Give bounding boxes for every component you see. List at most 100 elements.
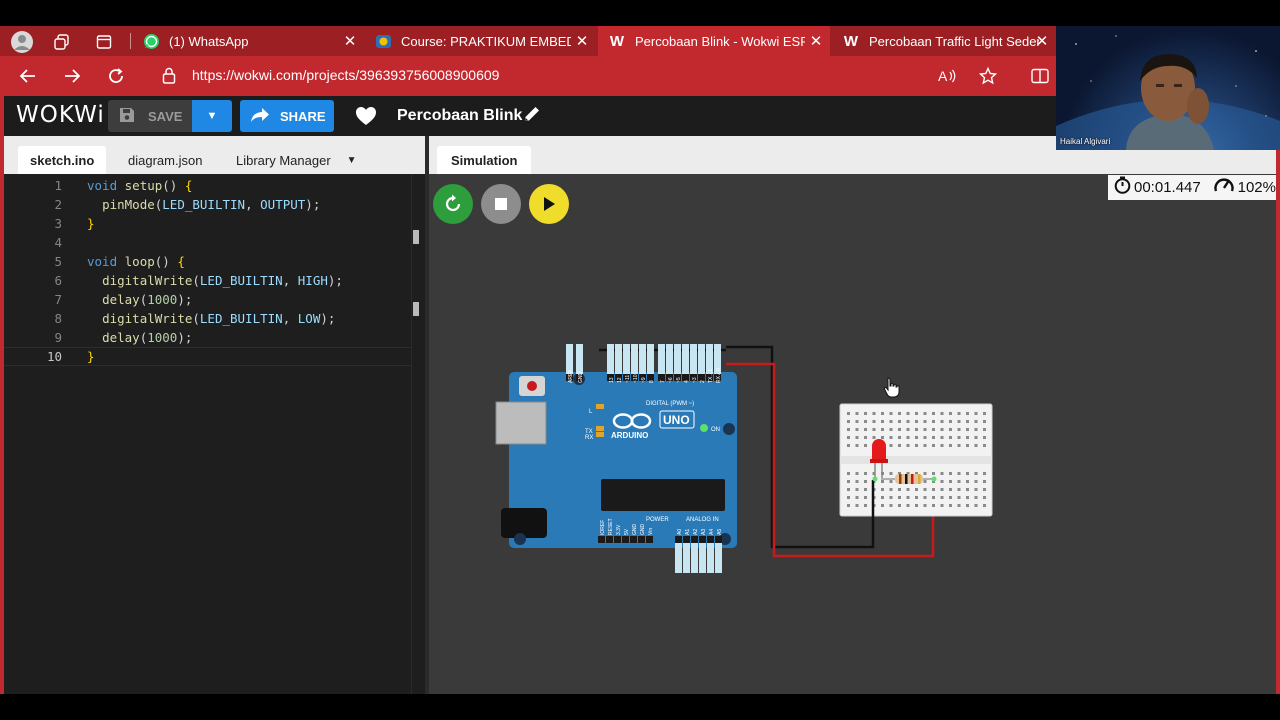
- breadboard-hole[interactable]: [855, 496, 859, 499]
- breadboard-hole[interactable]: [906, 444, 910, 447]
- breadboard-hole[interactable]: [847, 504, 850, 507]
- share-button[interactable]: SHARE: [240, 100, 334, 132]
- digital-pin[interactable]: [576, 344, 583, 374]
- breadboard-hole[interactable]: [847, 472, 850, 475]
- digital-pin[interactable]: [631, 344, 638, 374]
- breadboard-hole[interactable]: [957, 436, 961, 439]
- breadboard-hole[interactable]: [983, 496, 986, 499]
- pin-socket[interactable]: [598, 536, 605, 543]
- breadboard-hole[interactable]: [974, 444, 978, 447]
- digital-pin[interactable]: [698, 344, 705, 374]
- breadboard-hole[interactable]: [940, 504, 944, 507]
- breadboard-hole[interactable]: [889, 444, 893, 447]
- analog-pin[interactable]: [699, 543, 706, 573]
- breadboard-hole[interactable]: [940, 472, 944, 475]
- breadboard-hole[interactable]: [940, 436, 944, 439]
- code-line[interactable]: 3}: [4, 214, 425, 233]
- caret-down-icon[interactable]: ▼: [347, 155, 357, 166]
- breadboard-hole[interactable]: [915, 488, 918, 491]
- breadboard-hole[interactable]: [940, 444, 944, 447]
- breadboard-hole[interactable]: [957, 480, 961, 483]
- breadboard-hole[interactable]: [864, 436, 867, 439]
- read-aloud-icon[interactable]: A: [936, 64, 960, 88]
- breadboard-hole[interactable]: [881, 420, 884, 423]
- breadboard-hole[interactable]: [864, 412, 867, 415]
- breadboard-hole[interactable]: [855, 428, 859, 431]
- tab-library-manager[interactable]: Library Manager ▼: [224, 146, 369, 174]
- tab-sketch-ino[interactable]: sketch.ino: [18, 146, 107, 174]
- breadboard-hole[interactable]: [957, 472, 961, 475]
- breadboard-hole[interactable]: [983, 480, 986, 483]
- breadboard-hole[interactable]: [923, 420, 927, 423]
- digital-pin[interactable]: [682, 344, 689, 374]
- breadboard-hole[interactable]: [864, 480, 867, 483]
- breadboard-hole[interactable]: [966, 412, 969, 415]
- breadboard-hole[interactable]: [923, 444, 927, 447]
- breadboard-hole[interactable]: [949, 444, 952, 447]
- breadboard-hole[interactable]: [932, 488, 935, 491]
- breadboard-hole[interactable]: [881, 504, 884, 507]
- breadboard-hole[interactable]: [940, 420, 944, 423]
- breadboard-hole[interactable]: [889, 428, 893, 431]
- breadboard-hole[interactable]: [915, 444, 918, 447]
- code-line[interactable]: 10}: [4, 347, 425, 366]
- breadboard-hole[interactable]: [923, 472, 927, 475]
- breadboard-hole[interactable]: [974, 488, 978, 491]
- breadboard-hole[interactable]: [906, 488, 910, 491]
- breadboard-hole[interactable]: [906, 436, 910, 439]
- breadboard-hole[interactable]: [974, 436, 978, 439]
- breadboard-hole[interactable]: [906, 420, 910, 423]
- breadboard-hole[interactable]: [966, 444, 969, 447]
- breadboard-hole[interactable]: [983, 504, 986, 507]
- breadboard-hole[interactable]: [889, 488, 893, 491]
- breadboard-hole[interactable]: [957, 496, 961, 499]
- back-button[interactable]: [16, 64, 40, 88]
- pin-socket[interactable]: [707, 536, 714, 543]
- breadboard-hole[interactable]: [855, 436, 859, 439]
- breadboard-hole[interactable]: [898, 488, 901, 491]
- analog-pin[interactable]: [683, 543, 690, 573]
- breadboard-hole[interactable]: [932, 412, 935, 415]
- tab-simulation[interactable]: Simulation: [437, 146, 532, 174]
- code-line[interactable]: 1 void setup() {: [4, 176, 425, 195]
- breadboard-hole[interactable]: [898, 412, 901, 415]
- breadboard-hole[interactable]: [881, 436, 884, 439]
- breadboard-hole[interactable]: [872, 436, 876, 439]
- breadboard-hole[interactable]: [983, 444, 986, 447]
- breadboard-hole[interactable]: [923, 436, 927, 439]
- analog-pin[interactable]: [675, 543, 682, 573]
- breadboard-hole[interactable]: [974, 504, 978, 507]
- code-line[interactable]: 5 void loop() {: [4, 252, 425, 271]
- breadboard-hole[interactable]: [898, 496, 901, 499]
- breadboard-hole[interactable]: [864, 488, 867, 491]
- breadboard-hole[interactable]: [974, 480, 978, 483]
- save-button[interactable]: SAVE: [108, 100, 192, 132]
- breadboard-hole[interactable]: [864, 444, 867, 447]
- breadboard-hole[interactable]: [949, 428, 952, 431]
- breadboard-hole[interactable]: [949, 472, 952, 475]
- digital-pin[interactable]: [666, 344, 673, 374]
- code-editor[interactable]: 1 void setup() {2 pinMode(LED_BUILTIN, OU…: [4, 174, 425, 694]
- breadboard-hole[interactable]: [932, 472, 935, 475]
- tab-percobaan-blink[interactable]: W Percobaan Blink - Wokwi ESP32 ✕: [598, 26, 830, 56]
- breadboard-hole[interactable]: [881, 496, 884, 499]
- breadboard-hole[interactable]: [957, 444, 961, 447]
- breadboard-hole[interactable]: [906, 412, 910, 415]
- breadboard-hole[interactable]: [855, 420, 859, 423]
- breadboard-hole[interactable]: [889, 496, 893, 499]
- breadboard-hole[interactable]: [864, 496, 867, 499]
- url-field[interactable]: https://wokwi.com/projects/3963937560089…: [192, 67, 499, 83]
- breadboard-hole[interactable]: [881, 412, 884, 415]
- code-line[interactable]: 7 delay(1000);: [4, 290, 425, 309]
- breadboard-hole[interactable]: [898, 420, 901, 423]
- code-line[interactable]: 9 delay(1000);: [4, 328, 425, 347]
- wokwi-logo[interactable]: WOKWi: [16, 102, 105, 128]
- breadboard-hole[interactable]: [855, 444, 859, 447]
- workspaces-icon[interactable]: [50, 30, 74, 54]
- breadboard-hole[interactable]: [898, 428, 901, 431]
- breadboard-hole[interactable]: [923, 428, 927, 431]
- breadboard-hole[interactable]: [957, 412, 961, 415]
- breadboard-hole[interactable]: [889, 504, 893, 507]
- breadboard-hole[interactable]: [949, 480, 952, 483]
- edit-pencil-icon[interactable]: [522, 104, 542, 129]
